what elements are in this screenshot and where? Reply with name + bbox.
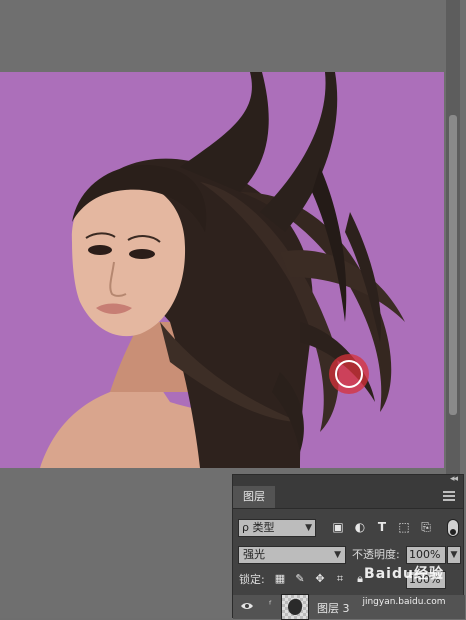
filter-toggle[interactable] <box>447 519 459 537</box>
document-canvas[interactable] <box>0 72 444 468</box>
panel-tab-bar: 图层 <box>233 486 463 509</box>
filter-row: ρ 类型 ▼ ▣ ◐ T ⬚ ⎘ <box>233 517 465 539</box>
lock-transparent-icon[interactable]: ▦ <box>273 572 287 586</box>
lock-label: 锁定: <box>239 573 265 586</box>
scrollbar-thumb[interactable] <box>449 115 457 415</box>
adjustment-filter-icon[interactable]: ◐ <box>353 520 367 534</box>
lock-paint-icon[interactable]: ✎ <box>293 572 307 586</box>
panel-menu-icon[interactable] <box>443 491 455 501</box>
type-filter-icon[interactable]: T <box>375 520 389 534</box>
watermark-url: jingyan.baidu.com <box>362 597 446 607</box>
link-icon: ᶠ <box>269 600 272 611</box>
layer-thumbnail[interactable] <box>281 594 309 620</box>
chevron-down-icon: ▼ <box>305 523 312 533</box>
portrait-image <box>40 72 405 468</box>
watermark-logo: Baidu经验 <box>364 566 444 582</box>
shape-filter-icon[interactable]: ⬚ <box>397 520 411 534</box>
eye-icon[interactable] <box>241 602 253 610</box>
chevron-down-icon: ▼ <box>334 550 341 560</box>
blend-mode-value: 强光 <box>243 548 265 561</box>
panel-title-bar[interactable]: ◂◂ <box>233 474 463 486</box>
filter-kind-select[interactable]: ρ 类型 ▼ <box>238 519 316 537</box>
filter-kind-label: ρ 类型 <box>242 521 275 534</box>
watermark: Baidu经验 jingyan.baidu.com <box>345 560 463 612</box>
blend-mode-select[interactable]: 强光 ▼ <box>238 546 346 564</box>
tab-layers[interactable]: 图层 <box>233 486 275 508</box>
collapse-icon[interactable]: ◂◂ <box>450 474 458 484</box>
smart-object-filter-icon[interactable]: ⎘ <box>419 520 433 534</box>
image-filter-icon[interactable]: ▣ <box>331 520 345 534</box>
lock-position-icon[interactable]: ✥ <box>313 572 327 586</box>
